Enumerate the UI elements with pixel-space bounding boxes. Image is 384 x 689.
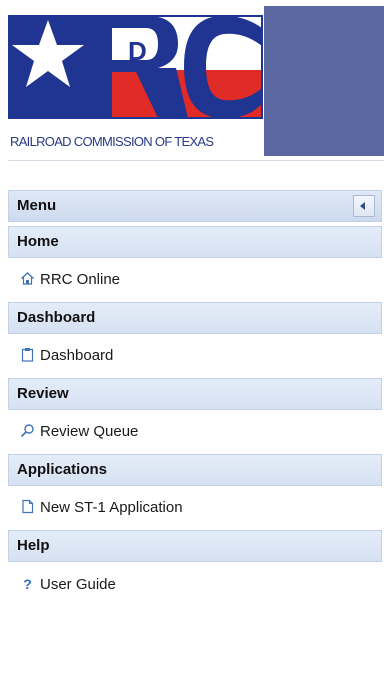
menu-item-label: Dashboard [40, 347, 114, 364]
clipboard-icon [20, 347, 35, 362]
page-header: D RAILROAD COMMISSION OF TEXAS [0, 0, 384, 162]
triangle-left-icon [360, 202, 365, 210]
section-applications-heading: Applications [17, 461, 108, 478]
document-icon [20, 499, 35, 514]
rrc-logo-graphic [7, 15, 263, 119]
header-banner [264, 6, 384, 156]
rrc-logo[interactable]: D RAILROAD COMMISSION OF TEXAS [7, 6, 264, 156]
section-review-heading: Review [17, 385, 69, 402]
section-home[interactable]: Home [8, 226, 382, 258]
menu-item-label: Review Queue [40, 423, 139, 440]
side-menu: Menu Home RRC Online Dashboard Dashboard [8, 190, 382, 606]
menu-title-bar: Menu [8, 190, 382, 222]
section-dashboard[interactable]: Dashboard [8, 302, 382, 334]
menu-item-dashboard[interactable]: Dashboard [8, 338, 382, 374]
menu-title: Menu [17, 197, 57, 214]
menu-item-new-st1-application[interactable]: New ST-1 Application [8, 490, 382, 526]
section-home-heading: Home [17, 233, 59, 250]
section-dashboard-heading: Dashboard [17, 309, 96, 326]
section-review[interactable]: Review [8, 378, 382, 410]
collapse-menu-button[interactable] [353, 195, 375, 217]
menu-item-rrc-online[interactable]: RRC Online [8, 262, 382, 298]
menu-item-label: User Guide [40, 576, 116, 593]
search-icon [20, 423, 35, 438]
help-icon: ? [23, 576, 32, 592]
section-help-heading: Help [17, 537, 50, 554]
menu-item-label: New ST-1 Application [40, 499, 183, 516]
logo-caption: RAILROAD COMMISSION OF TEXAS [10, 134, 214, 149]
menu-item-user-guide[interactable]: ? User Guide [8, 566, 382, 602]
menu-item-review-queue[interactable]: Review Queue [8, 414, 382, 450]
header-divider [8, 160, 384, 161]
menu-item-label: RRC Online [40, 271, 121, 288]
section-applications[interactable]: Applications [8, 454, 382, 486]
logo-accent-letter: D [128, 36, 147, 66]
section-help[interactable]: Help [8, 530, 382, 562]
home-icon [20, 271, 35, 286]
